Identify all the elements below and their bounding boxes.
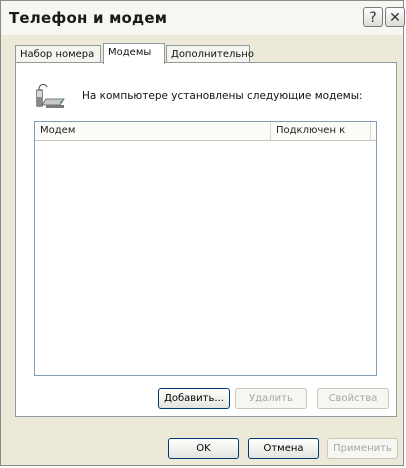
remove-button[interactable]: Удалить [235,388,307,409]
apply-button[interactable]: Применить [327,438,398,459]
help-button[interactable]: ? [363,7,383,27]
list-header: Модем Подключен к [35,122,376,141]
properties-button[interactable]: Свойства [317,388,389,409]
title-bar[interactable]: Телефон и модем ? ✕ [1,1,405,35]
modem-list[interactable]: Модем Подключен к [34,121,377,376]
modems-tab-panel: На компьютере установлены следующие моде… [15,62,397,417]
add-button[interactable]: Добавить... [158,388,230,409]
phone-modem-dialog: Телефон и модем ? ✕ Набор номера Модемы … [0,0,405,466]
tab-advanced[interactable]: Дополнительно [166,45,254,63]
tab-dialing-rules[interactable]: Набор номера [15,45,101,63]
tab-modems[interactable]: Модемы [103,43,165,64]
ok-button[interactable]: OK [168,438,239,459]
cancel-button[interactable]: Отмена [248,438,319,459]
column-header-modem[interactable]: Модем [35,122,271,140]
close-button[interactable]: ✕ [385,7,405,27]
window-title: Телефон и модем [9,9,168,27]
modem-phone-icon [36,84,65,108]
column-header-attached-to[interactable]: Подключен к [271,122,371,140]
intro-text: На компьютере установлены следующие моде… [82,90,363,102]
